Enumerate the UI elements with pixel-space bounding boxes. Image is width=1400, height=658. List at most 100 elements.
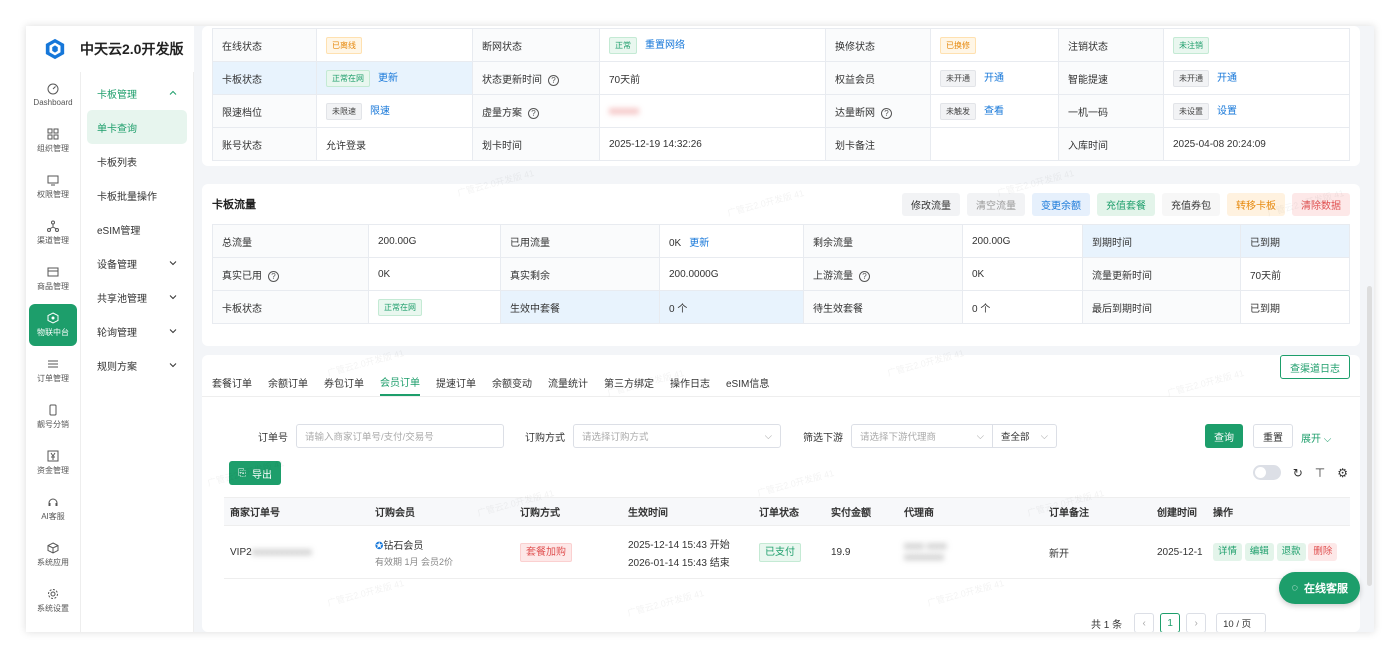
column-toggle[interactable]: [1252, 465, 1281, 480]
help-icon[interactable]: ?: [881, 107, 892, 119]
label-cutoff: 达量断网: [835, 107, 875, 119]
tab-2[interactable]: 券包订单: [324, 375, 380, 396]
tab-9[interactable]: eSIM信息: [726, 375, 785, 396]
search-button[interactable]: 查询: [1205, 424, 1243, 448]
chevron-down-icon: ⌵: [976, 430, 984, 442]
page-1-button[interactable]: 1: [1160, 613, 1181, 632]
filter-downstream: 筛选下游 请选择下游代理商 ⌵ 查全部 ⌵: [803, 424, 1057, 448]
stock-time-value: 2025-04-08 20:24:09: [1163, 127, 1350, 161]
flow-update-value: 70天前: [1240, 257, 1350, 291]
tab-0[interactable]: 套餐订单: [212, 375, 268, 396]
next-page-button[interactable]: ›: [1186, 613, 1207, 632]
recharge-coupon-button[interactable]: 充值券包: [1162, 192, 1220, 216]
rail-item-headset[interactable]: AI客服: [26, 486, 80, 532]
table-row: 在线状态 已离线 断网状态 正常 重置网络 换修状态 已换修 注销状态 未注销: [212, 28, 1350, 62]
change-balance-button[interactable]: 变更余额: [1032, 192, 1090, 216]
label-card-status: 卡板状态: [212, 61, 317, 95]
submenu-item[interactable]: 卡板列表: [87, 144, 187, 178]
pending-plan-value: 0 个: [962, 290, 1083, 324]
rail-item-gear[interactable]: 系统设置: [26, 578, 80, 624]
tab-3[interactable]: 会员订单: [380, 374, 420, 396]
submenu-item[interactable]: 卡板管理: [87, 76, 187, 110]
help-icon[interactable]: ?: [548, 74, 559, 86]
label-upstream: 上游流量: [813, 270, 853, 282]
submenu-item[interactable]: 单卡查询: [87, 110, 187, 144]
update-flow-link[interactable]: 更新: [689, 238, 709, 249]
tab-8[interactable]: 操作日志: [670, 375, 726, 396]
modify-flow-button[interactable]: 修改流量: [902, 192, 960, 216]
filter-method: 订购方式 请选择订购方式 ⌵: [525, 424, 781, 448]
scope-select[interactable]: 查全部 ⌵: [993, 424, 1057, 448]
total-value: 200.00G: [368, 224, 501, 258]
export-button[interactable]: ⎘ 导出: [229, 461, 281, 485]
rail-item-phone[interactable]: 靓号分销: [26, 394, 80, 440]
rail-item-cube[interactable]: 系统应用: [26, 532, 80, 578]
update-link[interactable]: 更新: [378, 73, 398, 84]
limit-link[interactable]: 限速: [370, 106, 390, 117]
submenu-label: eSIM管理: [97, 225, 141, 237]
transfer-card-button[interactable]: 转移卡板: [1227, 192, 1285, 216]
edit-button[interactable]: 编辑: [1244, 543, 1274, 561]
rail-item-dashboard[interactable]: Dashboard: [26, 72, 80, 118]
prev-page-button[interactable]: ‹: [1134, 613, 1155, 632]
tab-7[interactable]: 第三方绑定: [604, 375, 670, 396]
page-size-select[interactable]: 10 / 页: [1216, 613, 1267, 632]
clear-flow-button[interactable]: 清空流量: [967, 192, 1025, 216]
expand-toggle[interactable]: 展开 ⌵: [1301, 430, 1331, 445]
refresh-icon[interactable]: ↻: [1293, 466, 1303, 480]
table-row: 限速档位 未限速 限速 虚量方案? xxxxxx 达量断网? 未触发 查看 一机一码…: [212, 94, 1350, 128]
submenu-item[interactable]: 共享池管理: [87, 280, 187, 314]
submenu-item[interactable]: 卡板批量操作: [87, 178, 187, 212]
reset-button[interactable]: 重置: [1253, 424, 1293, 448]
detail-button[interactable]: 详情: [1213, 543, 1243, 561]
recharge-plan-button[interactable]: 充值套餐: [1097, 192, 1155, 216]
help-icon[interactable]: ?: [528, 107, 539, 119]
online-service-button[interactable]: ◌ 在线客服: [1279, 572, 1360, 604]
downstream-select[interactable]: 请选择下游代理商 ⌵: [851, 424, 993, 448]
box-icon: [47, 312, 59, 324]
channel-log-button[interactable]: 查渠道日志: [1280, 355, 1350, 379]
method-select[interactable]: 请选择订购方式 ⌵: [573, 424, 781, 448]
rail-item-monitor[interactable]: 权限管理: [26, 164, 80, 210]
tab-1[interactable]: 余额订单: [268, 375, 324, 396]
rail-item-store[interactable]: 商品管理: [26, 256, 80, 302]
card-orders-panel: 套餐订单 余额订单 券包订单 会员订单 提速订单 余额变动 流量统计 第三方绑定 操作日志 eSI…: [202, 355, 1360, 632]
status-time-value: 70天前: [599, 61, 826, 95]
reset-network-link[interactable]: 重置网络: [645, 40, 685, 51]
submenu-label: 轮询管理: [97, 327, 137, 339]
last-expire-value: 已到期: [1240, 290, 1350, 324]
refund-button[interactable]: 退款: [1276, 543, 1306, 561]
order-no-input[interactable]: 请输入商家订单号/支付/交易号: [296, 424, 504, 448]
rail-item-box[interactable]: 物联中台: [29, 304, 77, 346]
help-icon[interactable]: ?: [268, 270, 279, 282]
settings-icon[interactable]: ⚙: [1337, 466, 1348, 480]
orders-table-wrap: 商家订单号 订购会员 订购方式 生效时间 订单状态 实付金额 代理商 订单备注 创建时间 操作 V…: [224, 497, 1350, 579]
rail-item-grid[interactable]: 组织管理: [26, 118, 80, 164]
tab-4[interactable]: 提速订单: [436, 375, 492, 396]
view-link[interactable]: 查看: [984, 106, 1004, 117]
label-card-remark: 划卡备注: [825, 127, 931, 161]
set-link[interactable]: 设置: [1217, 106, 1237, 117]
open-speedup-link[interactable]: 开通: [1217, 73, 1237, 84]
rail-item-label: 资金管理: [37, 466, 69, 475]
submenu-item[interactable]: 规则方案: [87, 348, 187, 382]
submenu-item[interactable]: 轮询管理: [87, 314, 187, 348]
open-member-link[interactable]: 开通: [984, 73, 1004, 84]
table-row: 卡板状态 正常在网 更新 状态更新时间? 70天前 权益会员 未开通 开通 智能提速…: [212, 61, 1350, 95]
tab-6[interactable]: 流量统计: [548, 375, 604, 396]
help-icon[interactable]: ?: [859, 270, 870, 282]
scrollbar[interactable]: [1367, 286, 1372, 586]
clear-data-button[interactable]: 清除数据: [1292, 192, 1350, 216]
submenu-item[interactable]: eSIM管理: [87, 212, 187, 246]
tab-5[interactable]: 余额变动: [492, 375, 548, 396]
table-row: VIP2xxxxxxxxxxxx ✪钻石会员 有效期 1月 会员2价 套餐加购 …: [224, 525, 1350, 579]
density-icon[interactable]: ⊤: [1315, 466, 1325, 480]
rail-item-list[interactable]: 订单管理: [26, 348, 80, 394]
label-active-plan: 生效中套餐: [500, 290, 660, 324]
submenu-label: 规则方案: [97, 361, 137, 373]
rail-item-yen[interactable]: 资金管理: [26, 440, 80, 486]
rail-item-network[interactable]: 渠道管理: [26, 210, 80, 256]
submenu-item[interactable]: 设备管理: [87, 246, 187, 280]
delete-button[interactable]: 删除: [1308, 543, 1338, 561]
filter-order-no: 订单号 请输入商家订单号/支付/交易号: [258, 424, 504, 448]
